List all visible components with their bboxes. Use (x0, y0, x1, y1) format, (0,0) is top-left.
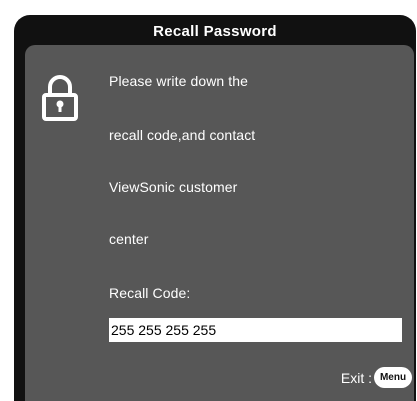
message-line-1: Please write down the (109, 73, 249, 89)
recall-code-field[interactable] (109, 318, 402, 342)
message-line-3: ViewSonic customer (109, 179, 238, 195)
message-line-4: center (109, 231, 149, 247)
dialog-panel: Please write down the recall code,and co… (25, 45, 414, 401)
exit-label: Exit : (340, 369, 372, 386)
message-line-2: recall code,and contact (109, 127, 256, 143)
dialog-title: Recall Password (153, 22, 277, 40)
recall-code-label: Recall Code: (109, 285, 191, 301)
lock-icon (42, 75, 78, 121)
exit-hint: Exit : Menu (341, 367, 412, 388)
recall-password-dialog: Recall Password Please write down the re… (14, 15, 416, 401)
menu-button[interactable]: Menu (374, 367, 412, 388)
